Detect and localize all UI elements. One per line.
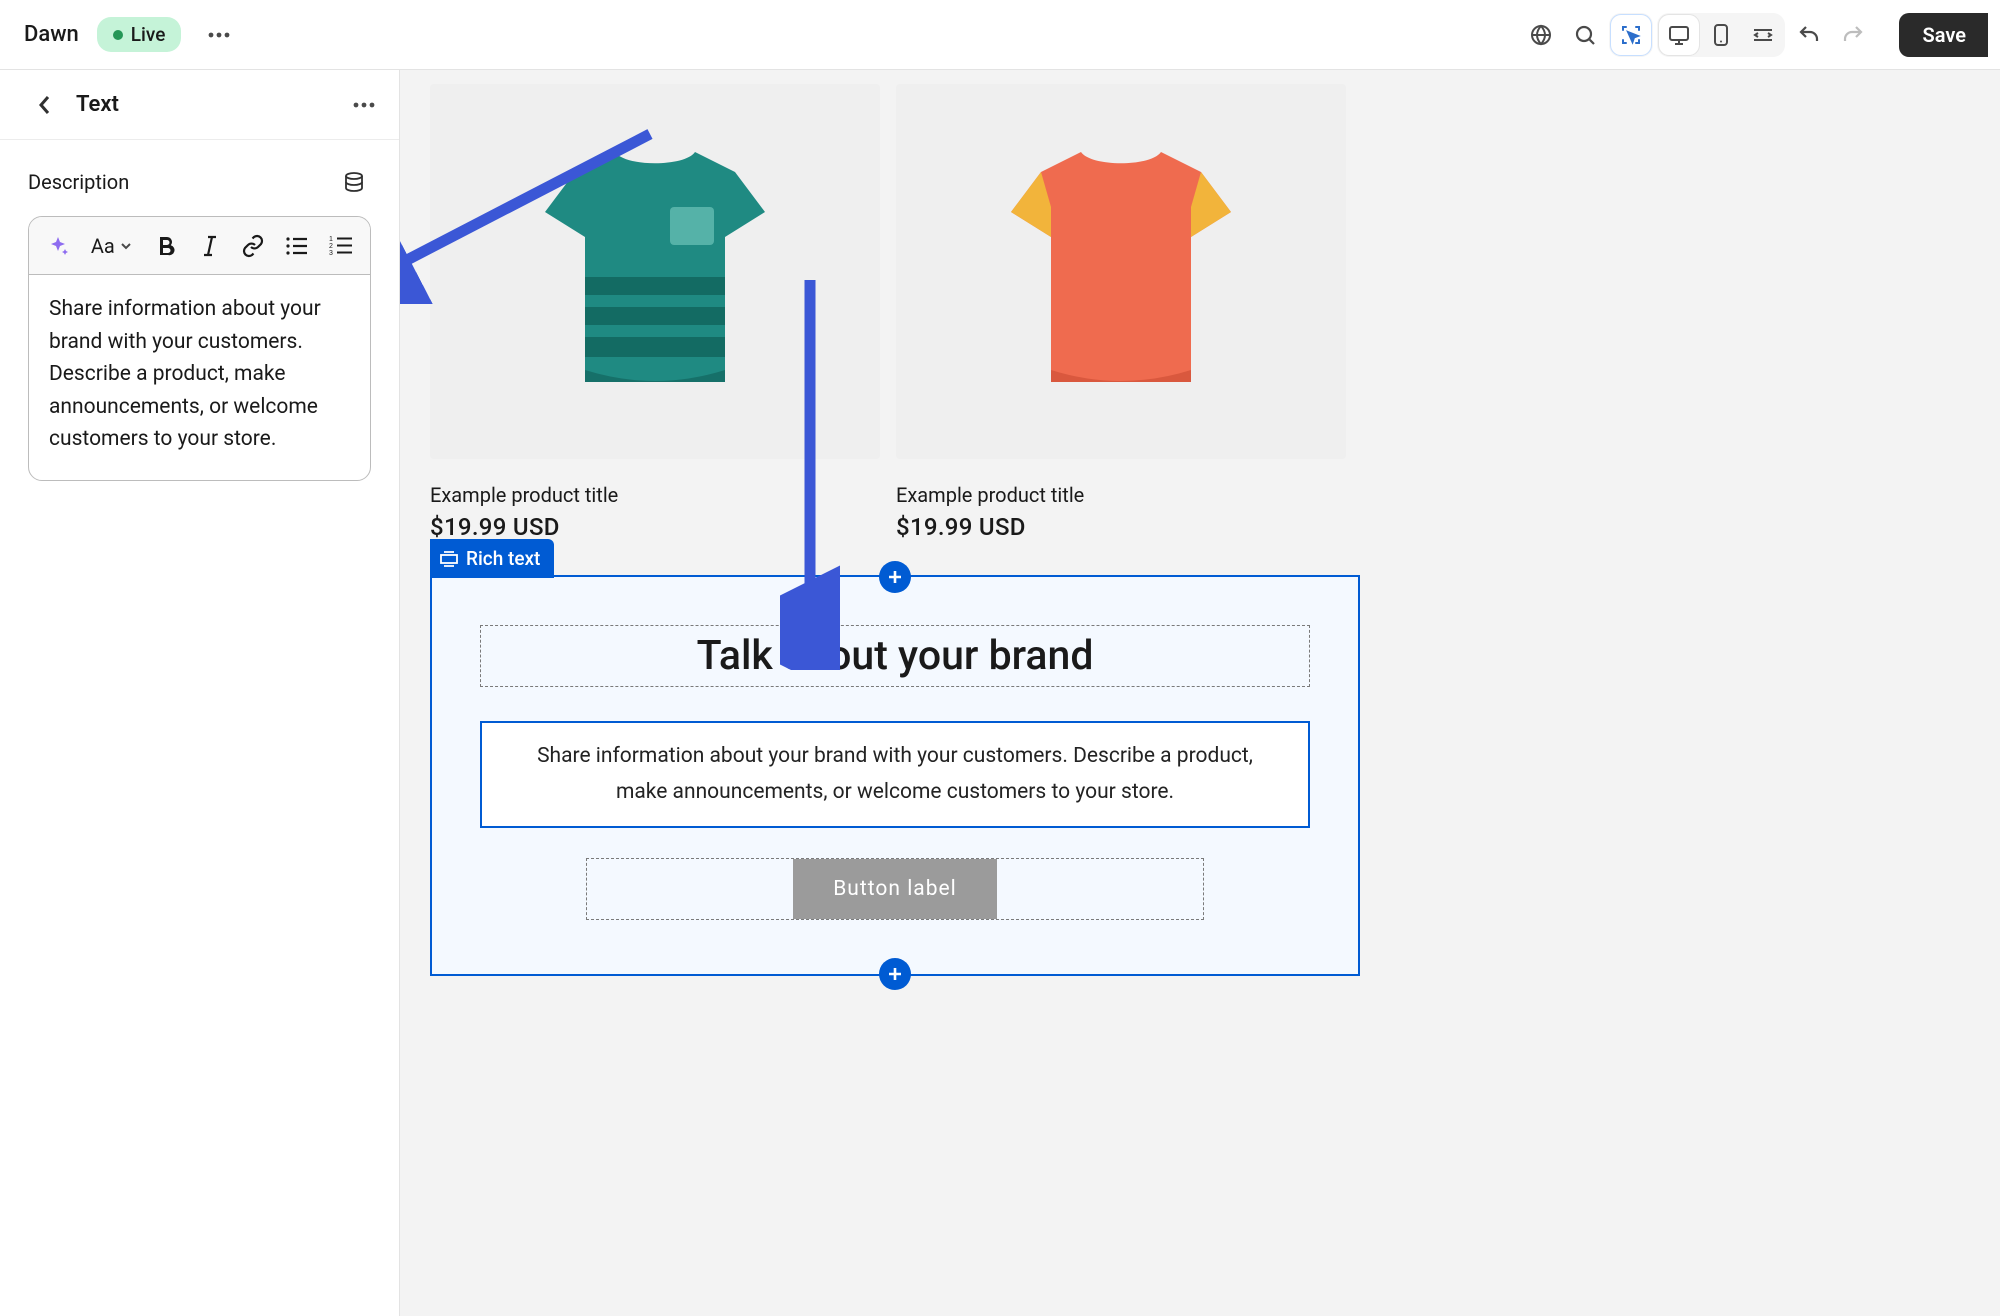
toolbar xyxy=(1521,13,1873,57)
rte-toolbar: Aa 123 xyxy=(29,217,370,275)
paragraph-text: Share information about your brand with … xyxy=(494,729,1296,820)
svg-text:3: 3 xyxy=(329,250,333,257)
text-block-selected[interactable]: Share information about your brand with … xyxy=(480,721,1310,828)
rte-textarea[interactable]: Share information about your brand with … xyxy=(29,275,370,480)
rte-ol-button[interactable]: 123 xyxy=(324,227,358,265)
svg-text:1: 1 xyxy=(329,236,333,243)
section-tag-label: Rich text xyxy=(466,547,540,570)
svg-text:2: 2 xyxy=(329,243,333,250)
search-button[interactable] xyxy=(1565,15,1605,55)
undo-button[interactable] xyxy=(1789,15,1829,55)
status-label: Live xyxy=(131,23,166,46)
product-title: Example product title xyxy=(896,483,1346,507)
button-label: Button label xyxy=(793,859,997,919)
viewport-fullwidth-button[interactable] xyxy=(1743,15,1783,55)
tshirt-icon xyxy=(505,122,805,422)
panel-title: Text xyxy=(76,92,333,117)
rte-link-button[interactable] xyxy=(236,227,270,265)
heading-block[interactable]: Talk about your brand xyxy=(480,625,1310,687)
description-label: Description xyxy=(28,170,129,194)
settings-sidebar: Text Description Aa xyxy=(0,70,400,1316)
section-tag[interactable]: Rich text xyxy=(430,539,554,578)
status-pill: Live xyxy=(97,17,182,52)
add-section-before-button[interactable] xyxy=(879,561,911,593)
section-icon xyxy=(440,550,458,568)
product-price: $19.99 USD xyxy=(430,513,880,541)
product-image xyxy=(430,84,880,459)
redo-button[interactable] xyxy=(1833,15,1873,55)
featured-products: Example product title $19.99 USD Example… xyxy=(430,70,2000,541)
preview-canvas[interactable]: Example product title $19.99 USD Example… xyxy=(400,70,2000,1316)
rich-text-section[interactable]: Rich text Talk about your brand Share in… xyxy=(430,575,1360,976)
rte-ai-button[interactable] xyxy=(41,227,75,265)
rte-bold-button[interactable] xyxy=(149,227,183,265)
save-button[interactable]: Save xyxy=(1899,13,1988,57)
product-card[interactable]: Example product title $19.99 USD xyxy=(896,84,1346,541)
tshirt-icon xyxy=(971,122,1271,422)
product-title: Example product title xyxy=(430,483,880,507)
rte-paragraph-label: Aa xyxy=(91,234,115,258)
heading-text: Talk about your brand xyxy=(493,632,1297,680)
viewport-mobile-button[interactable] xyxy=(1701,15,1741,55)
product-card[interactable]: Example product title $19.99 USD xyxy=(430,84,880,541)
panel-header: Text xyxy=(0,70,399,140)
top-bar: Dawn Live xyxy=(0,0,2000,70)
rte-ul-button[interactable] xyxy=(280,227,314,265)
back-button[interactable] xyxy=(28,85,62,125)
button-block[interactable]: Button label xyxy=(586,858,1204,920)
inspector-mode-segment xyxy=(1609,13,1653,57)
rte-paragraph-dropdown[interactable]: Aa xyxy=(85,234,139,258)
product-price: $19.99 USD xyxy=(896,513,1346,541)
locales-button[interactable] xyxy=(1521,15,1561,55)
status-dot xyxy=(113,30,123,40)
rte-italic-button[interactable] xyxy=(193,227,227,265)
inspector-select-button[interactable] xyxy=(1611,15,1651,55)
product-image xyxy=(896,84,1346,459)
viewport-segment xyxy=(1657,13,1785,57)
viewport-desktop-button[interactable] xyxy=(1659,15,1699,55)
more-menu-button[interactable] xyxy=(199,15,239,55)
panel-more-button[interactable] xyxy=(347,85,381,125)
theme-name: Dawn xyxy=(24,22,79,47)
add-section-after-button[interactable] xyxy=(879,958,911,990)
rich-text-editor: Aa 123 xyxy=(28,216,371,481)
dynamic-source-button[interactable] xyxy=(337,162,371,202)
